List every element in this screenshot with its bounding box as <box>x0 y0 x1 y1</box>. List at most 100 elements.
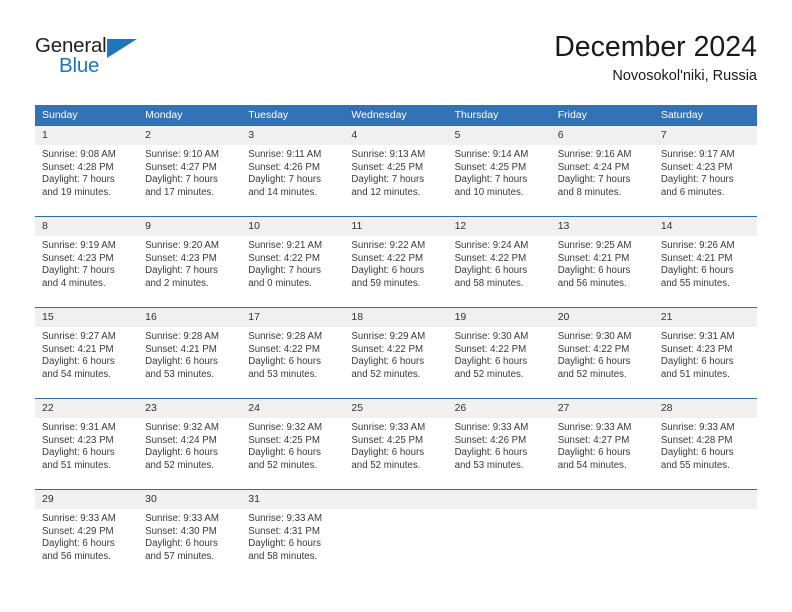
daylight-line-2: and 55 minutes. <box>660 459 730 471</box>
sunset-line: Sunset: 4:21 PM <box>42 343 114 355</box>
sunrise-line: Sunrise: 9:11 AM <box>248 149 322 160</box>
sunset-line: Sunset: 4:23 PM <box>42 434 114 446</box>
day-number: 7 <box>653 126 757 145</box>
calendar-day-cell[interactable]: 9 Sunrise: 9:20 AM Sunset: 4:23 PM Daylight… <box>138 216 242 308</box>
calendar-day-cell[interactable]: 23 Sunrise: 9:32 AM Sunset: 4:24 PM Dayligh… <box>138 398 242 490</box>
calendar-day-cell[interactable]: 4 Sunrise: 9:13 AM Sunset: 4:25 PM Daylight… <box>344 125 448 217</box>
day-number: 27 <box>550 399 654 418</box>
daylight-line-1: Daylight: 7 hours <box>351 174 425 186</box>
weekday-header-tuesday: Tuesday <box>241 105 345 126</box>
daylight-line-2: and 56 minutes. <box>557 277 627 289</box>
calendar-day-cell[interactable]: 5 Sunrise: 9:14 AM Sunset: 4:25 PM Daylight… <box>447 125 551 217</box>
sunset-line: Sunset: 4:25 PM <box>454 161 527 173</box>
daylight-line-1: Daylight: 6 hours <box>351 447 425 459</box>
day-number: 5 <box>447 126 551 145</box>
day-details: Sunrise: 9:26 AM Sunset: 4:21 PM Daylight:… <box>654 236 757 290</box>
calendar-day-cell[interactable]: 31 Sunrise: 9:33 AM Sunset: 4:31 PM Dayligh… <box>241 489 345 578</box>
day-details: Sunrise: 9:33 AM Sunset: 4:26 PM Daylight:… <box>448 418 551 472</box>
daylight-line-1: Daylight: 7 hours <box>145 174 218 186</box>
day-number: 6 <box>550 126 654 145</box>
calendar-week-row: 1 Sunrise: 9:08 AM Sunset: 4:28 PM Daylight… <box>35 125 757 217</box>
sunset-line: Sunset: 4:25 PM <box>351 434 424 446</box>
daylight-line-1: Daylight: 6 hours <box>351 356 425 368</box>
daylight-line-1: Daylight: 7 hours <box>42 174 115 186</box>
page-header: General Blue December 2024 Novosokol'nik… <box>0 0 792 96</box>
sunset-line: Sunset: 4:24 PM <box>145 434 217 446</box>
calendar-day-cell[interactable]: 27 Sunrise: 9:33 AM Sunset: 4:27 PM Dayligh… <box>550 398 654 490</box>
calendar-day-cell[interactable]: 25 Sunrise: 9:33 AM Sunset: 4:25 PM Dayligh… <box>344 398 448 490</box>
calendar-day-cell[interactable]: 16 Sunrise: 9:28 AM Sunset: 4:21 PM Dayligh… <box>138 307 242 399</box>
daylight-line-1: Daylight: 6 hours <box>42 356 115 368</box>
calendar-day-cell[interactable]: 12 Sunrise: 9:24 AM Sunset: 4:22 PM Dayligh… <box>447 216 551 308</box>
day-number: 17 <box>241 308 345 327</box>
day-details: Sunrise: 9:19 AM Sunset: 4:23 PM Daylight:… <box>35 236 138 290</box>
day-number: 21 <box>653 308 757 327</box>
calendar-day-cell[interactable]: 15 Sunrise: 9:27 AM Sunset: 4:21 PM Dayligh… <box>35 307 139 399</box>
daylight-line-1: Daylight: 7 hours <box>557 174 631 186</box>
day-details: Sunrise: 9:14 AM Sunset: 4:25 PM Daylight:… <box>448 145 551 199</box>
daylight-line-2: and 4 minutes. <box>42 277 106 289</box>
general-blue-logo: General Blue <box>35 34 165 86</box>
calendar-day-cell[interactable]: 3 Sunrise: 9:11 AM Sunset: 4:26 PM Daylight… <box>241 125 345 217</box>
calendar-day-cell[interactable]: 11 Sunrise: 9:22 AM Sunset: 4:22 PM Dayligh… <box>344 216 448 308</box>
sunrise-line: Sunrise: 9:28 AM <box>248 331 323 342</box>
day-number <box>653 490 757 509</box>
daylight-line-2: and 58 minutes. <box>454 277 524 289</box>
calendar-day-cell[interactable]: 14 Sunrise: 9:26 AM Sunset: 4:21 PM Dayligh… <box>653 216 757 308</box>
daylight-line-1: Daylight: 6 hours <box>351 265 425 277</box>
day-number: 19 <box>447 308 551 327</box>
day-details: Sunrise: 9:08 AM Sunset: 4:28 PM Daylight:… <box>35 145 138 199</box>
sunset-line: Sunset: 4:31 PM <box>248 525 320 537</box>
day-number: 1 <box>35 126 139 145</box>
calendar-day-cell[interactable]: 7 Sunrise: 9:17 AM Sunset: 4:23 PM Daylight… <box>653 125 757 217</box>
sunrise-line: Sunrise: 9:08 AM <box>42 149 116 160</box>
calendar-day-cell[interactable]: 26 Sunrise: 9:33 AM Sunset: 4:26 PM Dayligh… <box>447 398 551 490</box>
day-details: Sunrise: 9:32 AM Sunset: 4:24 PM Daylight:… <box>138 418 241 472</box>
calendar-day-cell[interactable]: 2 Sunrise: 9:10 AM Sunset: 4:27 PM Daylight… <box>138 125 242 217</box>
sunrise-line: Sunrise: 9:10 AM <box>145 149 219 160</box>
day-number <box>344 490 448 509</box>
day-details: Sunrise: 9:32 AM Sunset: 4:25 PM Daylight:… <box>241 418 344 472</box>
sunrise-line: Sunrise: 9:16 AM <box>557 149 632 160</box>
day-number: 25 <box>344 399 448 418</box>
day-number: 16 <box>138 308 242 327</box>
sunset-line: Sunset: 4:22 PM <box>351 252 424 264</box>
sunrise-line: Sunrise: 9:14 AM <box>454 149 529 160</box>
day-details: Sunrise: 9:28 AM Sunset: 4:21 PM Daylight:… <box>138 327 241 381</box>
calendar-day-cell[interactable]: 30 Sunrise: 9:33 AM Sunset: 4:30 PM Dayligh… <box>138 489 242 578</box>
sunrise-line: Sunrise: 9:24 AM <box>454 240 529 251</box>
calendar-day-cell[interactable]: 29 Sunrise: 9:33 AM Sunset: 4:29 PM Dayligh… <box>35 489 139 578</box>
day-details: Sunrise: 9:16 AM Sunset: 4:24 PM Daylight:… <box>551 145 654 199</box>
daylight-line-1: Daylight: 6 hours <box>248 538 321 550</box>
day-number: 18 <box>344 308 448 327</box>
calendar-day-cell[interactable]: 19 Sunrise: 9:30 AM Sunset: 4:22 PM Dayligh… <box>447 307 551 399</box>
day-details: Sunrise: 9:25 AM Sunset: 4:21 PM Daylight:… <box>551 236 654 290</box>
sunrise-line: Sunrise: 9:33 AM <box>248 513 323 524</box>
sunrise-line: Sunrise: 9:19 AM <box>42 240 116 251</box>
calendar-day-cell[interactable]: 21 Sunrise: 9:31 AM Sunset: 4:23 PM Dayligh… <box>653 307 757 399</box>
daylight-line-1: Daylight: 6 hours <box>557 356 631 368</box>
title-block: December 2024 Novosokol'niki, Russia <box>554 30 757 85</box>
weekday-header-wednesday: Wednesday <box>344 105 448 126</box>
daylight-line-1: Daylight: 7 hours <box>248 174 321 186</box>
sunrise-line: Sunrise: 9:20 AM <box>145 240 219 251</box>
calendar-day-cell[interactable]: 20 Sunrise: 9:30 AM Sunset: 4:22 PM Dayligh… <box>550 307 654 399</box>
daylight-line-1: Daylight: 7 hours <box>248 265 321 277</box>
calendar-day-cell[interactable]: 6 Sunrise: 9:16 AM Sunset: 4:24 PM Daylight… <box>550 125 654 217</box>
daylight-line-2: and 59 minutes. <box>351 277 421 289</box>
calendar-day-cell[interactable]: 1 Sunrise: 9:08 AM Sunset: 4:28 PM Daylight… <box>35 125 139 217</box>
calendar-day-cell[interactable]: 17 Sunrise: 9:28 AM Sunset: 4:22 PM Dayligh… <box>241 307 345 399</box>
calendar-day-cell[interactable]: 24 Sunrise: 9:32 AM Sunset: 4:25 PM Dayligh… <box>241 398 345 490</box>
daylight-line-2: and 0 minutes. <box>248 277 312 289</box>
day-details: Sunrise: 9:33 AM Sunset: 4:25 PM Daylight:… <box>344 418 447 472</box>
calendar-day-cell[interactable]: 18 Sunrise: 9:29 AM Sunset: 4:22 PM Dayligh… <box>344 307 448 399</box>
calendar-day-cell[interactable]: 22 Sunrise: 9:31 AM Sunset: 4:23 PM Dayligh… <box>35 398 139 490</box>
sunset-line: Sunset: 4:26 PM <box>248 161 320 173</box>
calendar-day-cell[interactable]: 10 Sunrise: 9:21 AM Sunset: 4:22 PM Dayligh… <box>241 216 345 308</box>
calendar-day-cell[interactable]: 8 Sunrise: 9:19 AM Sunset: 4:23 PM Daylight… <box>35 216 139 308</box>
calendar-day-cell[interactable]: 13 Sunrise: 9:25 AM Sunset: 4:21 PM Dayligh… <box>550 216 654 308</box>
daylight-line-2: and 52 minutes. <box>248 459 318 471</box>
calendar-day-cell[interactable]: 28 Sunrise: 9:33 AM Sunset: 4:28 PM Dayligh… <box>653 398 757 490</box>
day-details: Sunrise: 9:27 AM Sunset: 4:21 PM Daylight:… <box>35 327 138 381</box>
sunset-line: Sunset: 4:30 PM <box>145 525 217 537</box>
